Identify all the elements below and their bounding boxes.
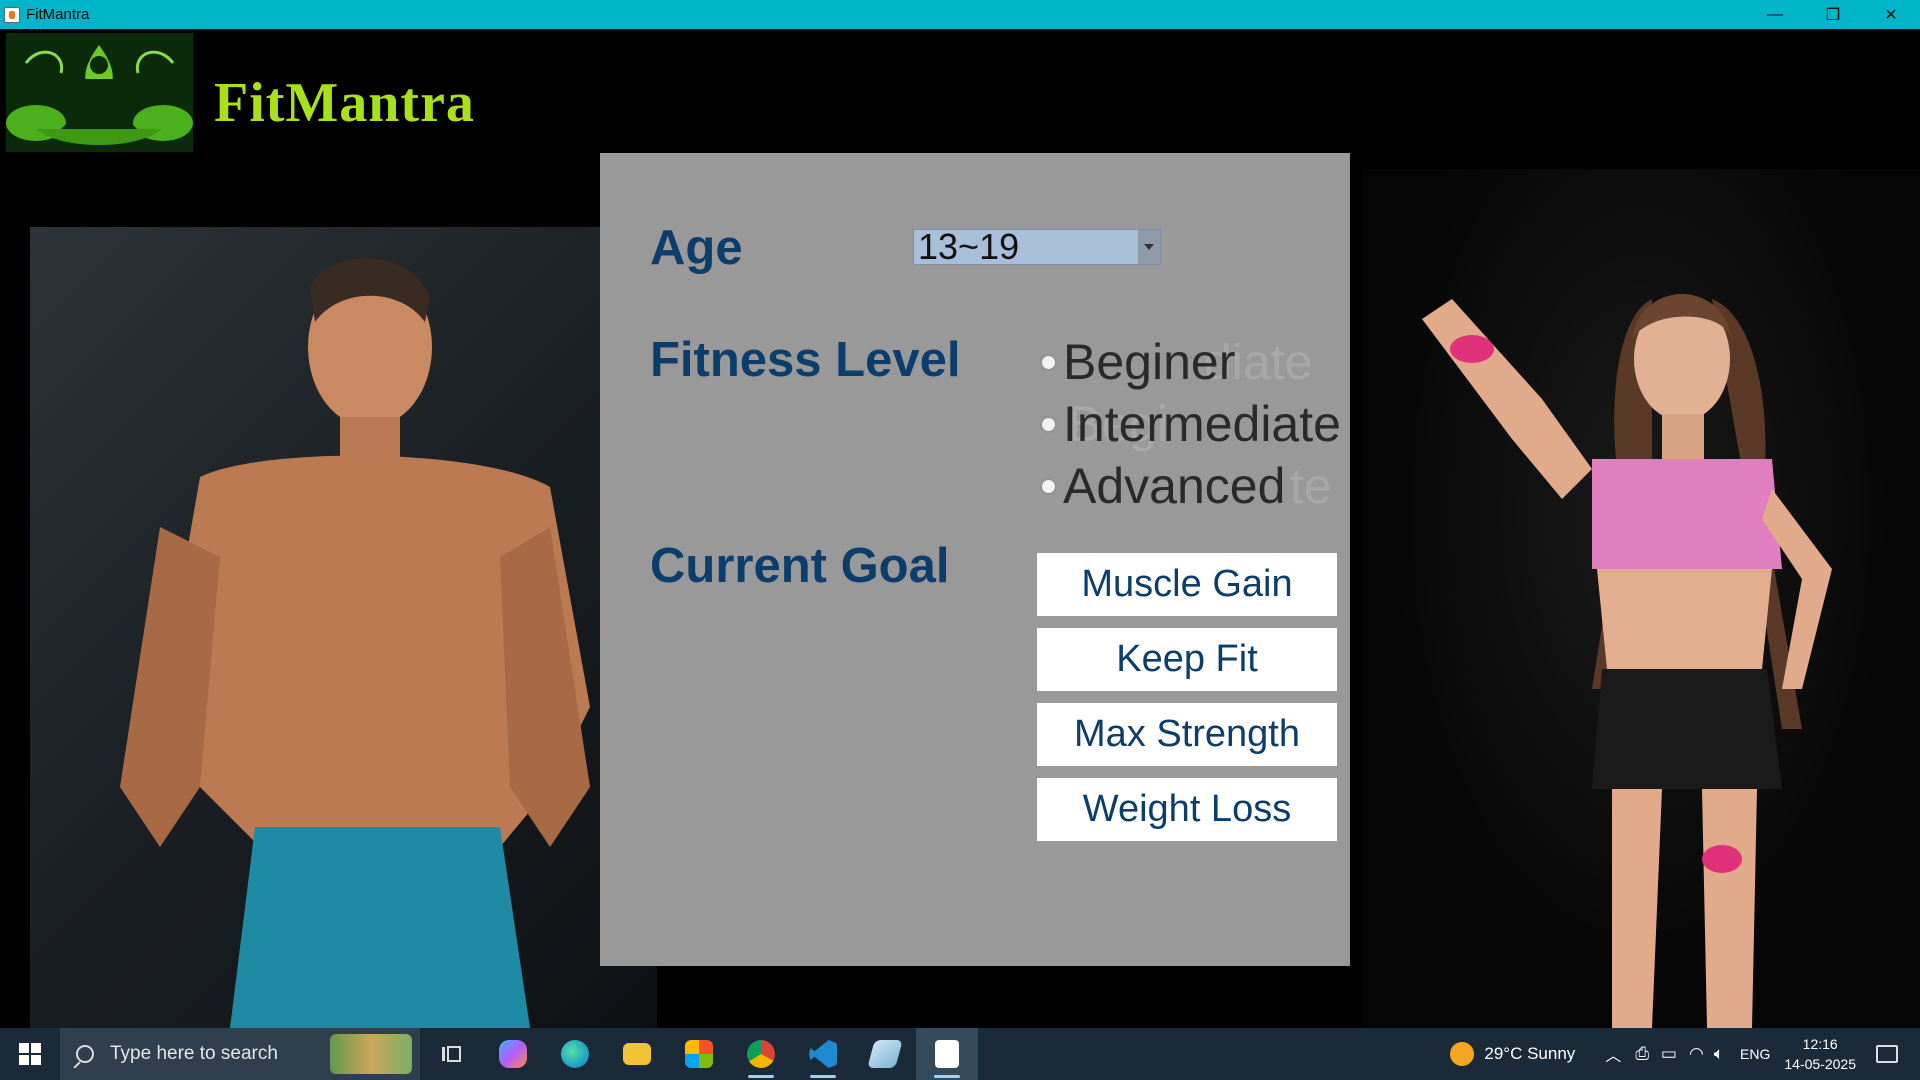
weight-loss-button[interactable]: Weight Loss: [1037, 778, 1337, 841]
task-view-icon[interactable]: [420, 1028, 482, 1080]
radio-intermediate[interactable]: Intermediate: [1042, 395, 1341, 453]
minimize-button[interactable]: —: [1746, 0, 1804, 29]
radio-label: Advanced: [1063, 458, 1286, 514]
chevron-up-icon[interactable]: ︿: [1605, 1042, 1621, 1066]
search-highlight-image: [330, 1034, 412, 1074]
radio-circle-icon[interactable]: [1042, 355, 1055, 369]
keep-fit-button[interactable]: Keep Fit: [1037, 628, 1337, 691]
fitness-form-panel: Age 13~19 Fitness Level diate Begi te Be…: [600, 153, 1350, 966]
window-titlebar: FitMantra — ❐ ✕: [0, 0, 1920, 29]
vscode-icon[interactable]: [792, 1028, 854, 1080]
restore-button[interactable]: ❐: [1804, 0, 1862, 29]
volume-icon[interactable]: 🔈︎: [1714, 1044, 1724, 1064]
notepad-app-icon[interactable]: [854, 1028, 916, 1080]
weather-sun-icon[interactable]: [1450, 1042, 1475, 1066]
radio-circle-icon[interactable]: [1042, 417, 1055, 431]
java-app-taskbar-icon[interactable]: [916, 1028, 978, 1080]
windows-logo-icon: [19, 1043, 41, 1065]
radio-advanced[interactable]: Advanced: [1042, 457, 1285, 515]
windows-start-button[interactable]: [0, 1028, 60, 1080]
age-label: Age: [650, 221, 743, 275]
windows-taskbar: Type here to search 29°C Sunny ︿ ⎙ ▭ ◠ 🔈…: [0, 1028, 1920, 1080]
male-fitness-photo: [30, 227, 657, 1028]
clock-time: 12:16: [1802, 1036, 1838, 1052]
close-button[interactable]: ✕: [1862, 0, 1920, 29]
radio-label: Intermediate: [1063, 396, 1341, 452]
max-strength-button[interactable]: Max Strength: [1037, 703, 1337, 766]
fitness-level-label: Fitness Level: [650, 333, 961, 387]
radio-beginner[interactable]: Beginer: [1042, 333, 1235, 391]
weather-text[interactable]: 29°C Sunny: [1484, 1044, 1575, 1064]
current-goal-label: Current Goal: [650, 539, 950, 593]
clock[interactable]: 12:16 14-05-2025: [1784, 1034, 1856, 1074]
female-fitness-photo: [1362, 169, 1920, 1028]
chevron-down-icon[interactable]: [1138, 230, 1160, 264]
logo-meditation-icon: [6, 33, 193, 152]
age-dropdown[interactable]: 13~19: [913, 229, 1161, 265]
app-content: FitMantra Age 13~19 Fitness Level diate …: [0, 29, 1920, 1028]
radio-label: Beginer: [1063, 334, 1236, 390]
system-tray: 29°C Sunny ︿ ⎙ ▭ ◠ 🔈︎ ENG 12:16 14-05-20…: [1450, 1028, 1920, 1080]
radio-circle-icon[interactable]: [1042, 479, 1055, 493]
microsoft-store-icon[interactable]: [668, 1028, 730, 1080]
search-icon: [76, 1045, 94, 1063]
wifi-icon[interactable]: ◠: [1689, 1044, 1704, 1064]
brand-title: FitMantra: [214, 72, 475, 134]
copilot-icon[interactable]: [482, 1028, 544, 1080]
meet-now-icon[interactable]: ⎙: [1635, 1044, 1649, 1064]
search-placeholder: Type here to search: [110, 1043, 278, 1064]
battery-icon[interactable]: ▭: [1661, 1044, 1677, 1064]
chrome-icon[interactable]: [730, 1028, 792, 1080]
window-controls: — ❐ ✕: [1746, 0, 1920, 29]
ghost-text: te: [1290, 458, 1332, 514]
taskbar-search-box[interactable]: Type here to search: [60, 1028, 420, 1080]
clock-date: 14-05-2025: [1784, 1056, 1856, 1072]
edge-browser-icon[interactable]: [544, 1028, 606, 1080]
age-selected-value: 13~19: [918, 226, 1020, 267]
notification-icon[interactable]: [1876, 1045, 1898, 1063]
muscle-gain-button[interactable]: Muscle Gain: [1037, 553, 1337, 616]
language-indicator[interactable]: ENG: [1740, 1046, 1770, 1062]
window-title: FitMantra: [26, 6, 90, 23]
file-explorer-icon[interactable]: [606, 1028, 668, 1080]
java-app-icon: [4, 6, 20, 23]
